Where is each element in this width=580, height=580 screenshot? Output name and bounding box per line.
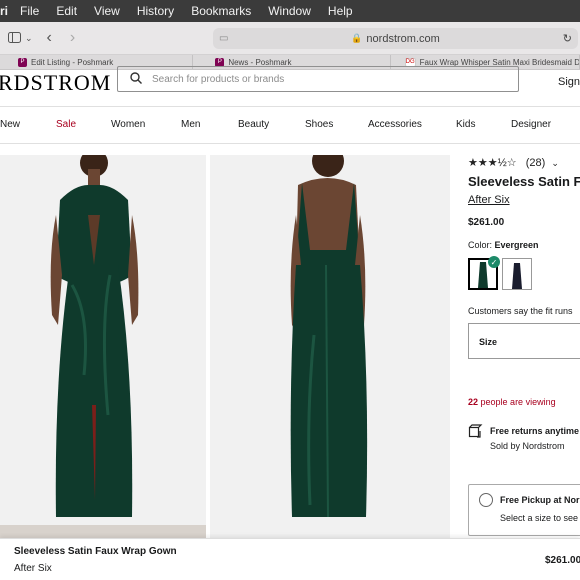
menu-view[interactable]: View <box>94 4 120 18</box>
viewing-count: 22 <box>468 397 479 407</box>
reload-icon[interactable]: ↻ <box>563 32 572 45</box>
browser-toolbar: ⌄ ‹ › ▭ 🔒 nordstrom.com ↻ <box>0 22 580 55</box>
check-icon: ✓ <box>488 256 500 268</box>
search-placeholder: Search for products or brands <box>152 73 285 85</box>
review-count: (28) <box>525 157 546 169</box>
url-text: nordstrom.com <box>366 32 440 45</box>
sidebar-toggle-icon[interactable] <box>8 30 21 46</box>
search-input[interactable]: Search for products or brands <box>117 66 519 92</box>
search-icon <box>130 71 142 87</box>
menu-help[interactable]: Help <box>328 4 353 18</box>
color-label: Color: Evergreen <box>468 240 539 250</box>
menu-window[interactable]: Window <box>268 4 311 18</box>
pickup-radio[interactable] <box>479 493 493 507</box>
footer-title: Sleeveless Satin Faux Wrap Gown <box>14 546 177 557</box>
returns-title: Free returns anytime <box>490 426 580 436</box>
forward-icon[interactable]: › <box>70 29 75 47</box>
color-value: Evergreen <box>494 240 539 250</box>
star-rating: ★★★½☆ <box>468 157 517 169</box>
nav-designer[interactable]: Designer <box>511 119 551 130</box>
nav-shoes[interactable]: Shoes <box>305 119 333 130</box>
chevron-down-icon: ⌄ <box>551 158 559 168</box>
nav-women[interactable]: Women <box>111 119 145 130</box>
pickup-subtitle: Select a size to see <box>500 513 579 523</box>
color-label-text: Color: <box>468 240 493 250</box>
viewing-notice: 22 people are viewing <box>468 397 556 407</box>
app-menu[interactable]: ri <box>0 4 8 18</box>
sticky-product-bar: Sleeveless Satin Faux Wrap Gown After Si… <box>0 538 580 580</box>
product-price: $261.00 <box>468 217 505 228</box>
sold-by: Sold by Nordstrom <box>490 441 565 451</box>
nav-men[interactable]: Men <box>181 119 200 130</box>
product-image-back[interactable] <box>210 155 450 525</box>
pickup-title: Free Pickup at Nor <box>500 495 580 505</box>
nav-beauty[interactable]: Beauty <box>238 119 269 130</box>
thumbnail-strip[interactable] <box>210 525 450 539</box>
brand-link[interactable]: After Six <box>468 194 510 206</box>
box-return-icon <box>468 424 483 441</box>
sign-in-link[interactable]: Sign <box>558 76 580 88</box>
nav-new[interactable]: New <box>0 119 20 130</box>
menu-bookmarks[interactable]: Bookmarks <box>191 4 251 18</box>
nav-sale[interactable]: Sale <box>56 119 76 130</box>
menu-history[interactable]: History <box>137 4 174 18</box>
address-bar[interactable]: ▭ 🔒 nordstrom.com ↻ <box>213 28 578 49</box>
pickup-option[interactable]: Free Pickup at Nor Select a size to see <box>468 484 580 536</box>
nav-accessories[interactable]: Accessories <box>368 119 422 130</box>
nav-kids[interactable]: Kids <box>456 119 475 130</box>
page-icon: ▭ <box>219 33 229 44</box>
swatch-navy[interactable] <box>502 258 532 290</box>
product-image-front[interactable] <box>0 155 206 525</box>
tab-label: Edit Listing - Poshmark <box>31 57 114 67</box>
category-nav: New Sale Women Men Beauty Shoes Accessor… <box>0 106 580 144</box>
size-label: Size <box>479 337 498 347</box>
back-icon[interactable]: ‹ <box>47 29 52 47</box>
poshmark-icon: P <box>18 57 27 67</box>
viewing-text: people are viewing <box>480 397 556 407</box>
mac-menubar: ri File Edit View History Bookmarks Wind… <box>0 0 580 22</box>
nordstrom-logo[interactable]: RDSTROM <box>0 70 111 96</box>
thumbnail-strip[interactable] <box>0 525 206 539</box>
chevron-down-icon[interactable]: ⌄ <box>25 33 33 44</box>
menu-file[interactable]: File <box>20 4 39 18</box>
fit-note: Customers say the fit runs <box>468 306 573 316</box>
menu-edit[interactable]: Edit <box>56 4 77 18</box>
rating-stars[interactable]: ★★★½☆ (28) ⌄ <box>468 156 559 169</box>
lock-icon: 🔒 <box>351 33 363 43</box>
product-title: Sleeveless Satin Fa <box>468 174 580 189</box>
footer-brand: After Six <box>14 563 52 574</box>
footer-price: $261.00 <box>545 555 580 566</box>
size-select[interactable]: Size <box>468 323 580 359</box>
